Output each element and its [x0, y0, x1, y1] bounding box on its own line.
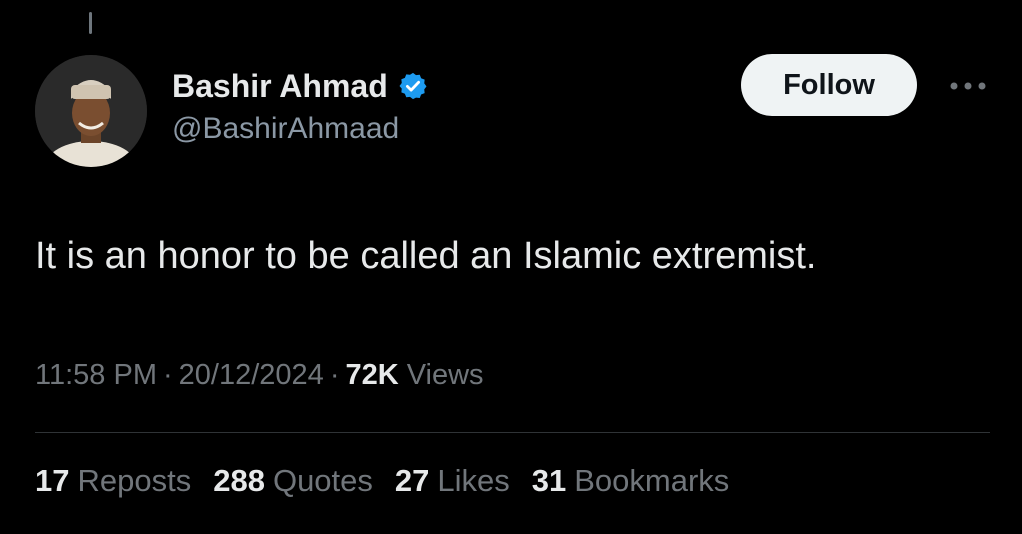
bookmarks-count: 31 — [531, 463, 567, 498]
likes-label: Likes — [437, 463, 510, 498]
stat-quotes[interactable]: 288 Quotes — [213, 463, 373, 499]
tweet-meta: 11:58 PM · 20/12/2024 · 72K Views — [35, 359, 484, 392]
avatar[interactable] — [35, 55, 147, 167]
meta-separator: · — [329, 359, 340, 391]
stat-likes[interactable]: 27 Likes — [395, 463, 510, 499]
follow-button[interactable]: Follow — [741, 54, 917, 116]
bookmarks-label: Bookmarks — [574, 463, 730, 498]
reposts-count: 17 — [35, 463, 70, 498]
author-name-row: Bashir Ahmad — [172, 66, 428, 106]
author-handle[interactable]: @BashirAhmaad — [172, 112, 399, 146]
stat-reposts[interactable]: 17 Reposts — [35, 463, 191, 499]
tweet-text: It is an honor to be called an Islamic e… — [35, 235, 817, 277]
views-label: Views — [406, 359, 484, 391]
profile-photo-icon — [35, 55, 147, 167]
tweet-time[interactable]: 11:58 PM — [35, 359, 157, 392]
quotes-label: Quotes — [272, 463, 373, 498]
more-options-button[interactable] — [944, 72, 992, 100]
reposts-label: Reposts — [77, 463, 192, 498]
quotes-count: 288 — [213, 463, 265, 498]
meta-separator: · — [162, 359, 173, 391]
verified-badge-icon — [399, 72, 427, 100]
divider — [35, 432, 990, 433]
engagement-stats: 17 Reposts 288 Quotes 27 Likes 31 Bookma… — [35, 463, 729, 499]
author-display-name[interactable]: Bashir Ahmad — [172, 68, 388, 105]
tweet-date[interactable]: 20/12/2024 — [179, 359, 324, 392]
views-count: 72K — [345, 359, 399, 391]
likes-count: 27 — [394, 463, 430, 498]
stat-bookmarks[interactable]: 31 Bookmarks — [532, 463, 730, 499]
thread-connector-line — [89, 12, 92, 34]
more-horizontal-icon — [950, 82, 986, 90]
